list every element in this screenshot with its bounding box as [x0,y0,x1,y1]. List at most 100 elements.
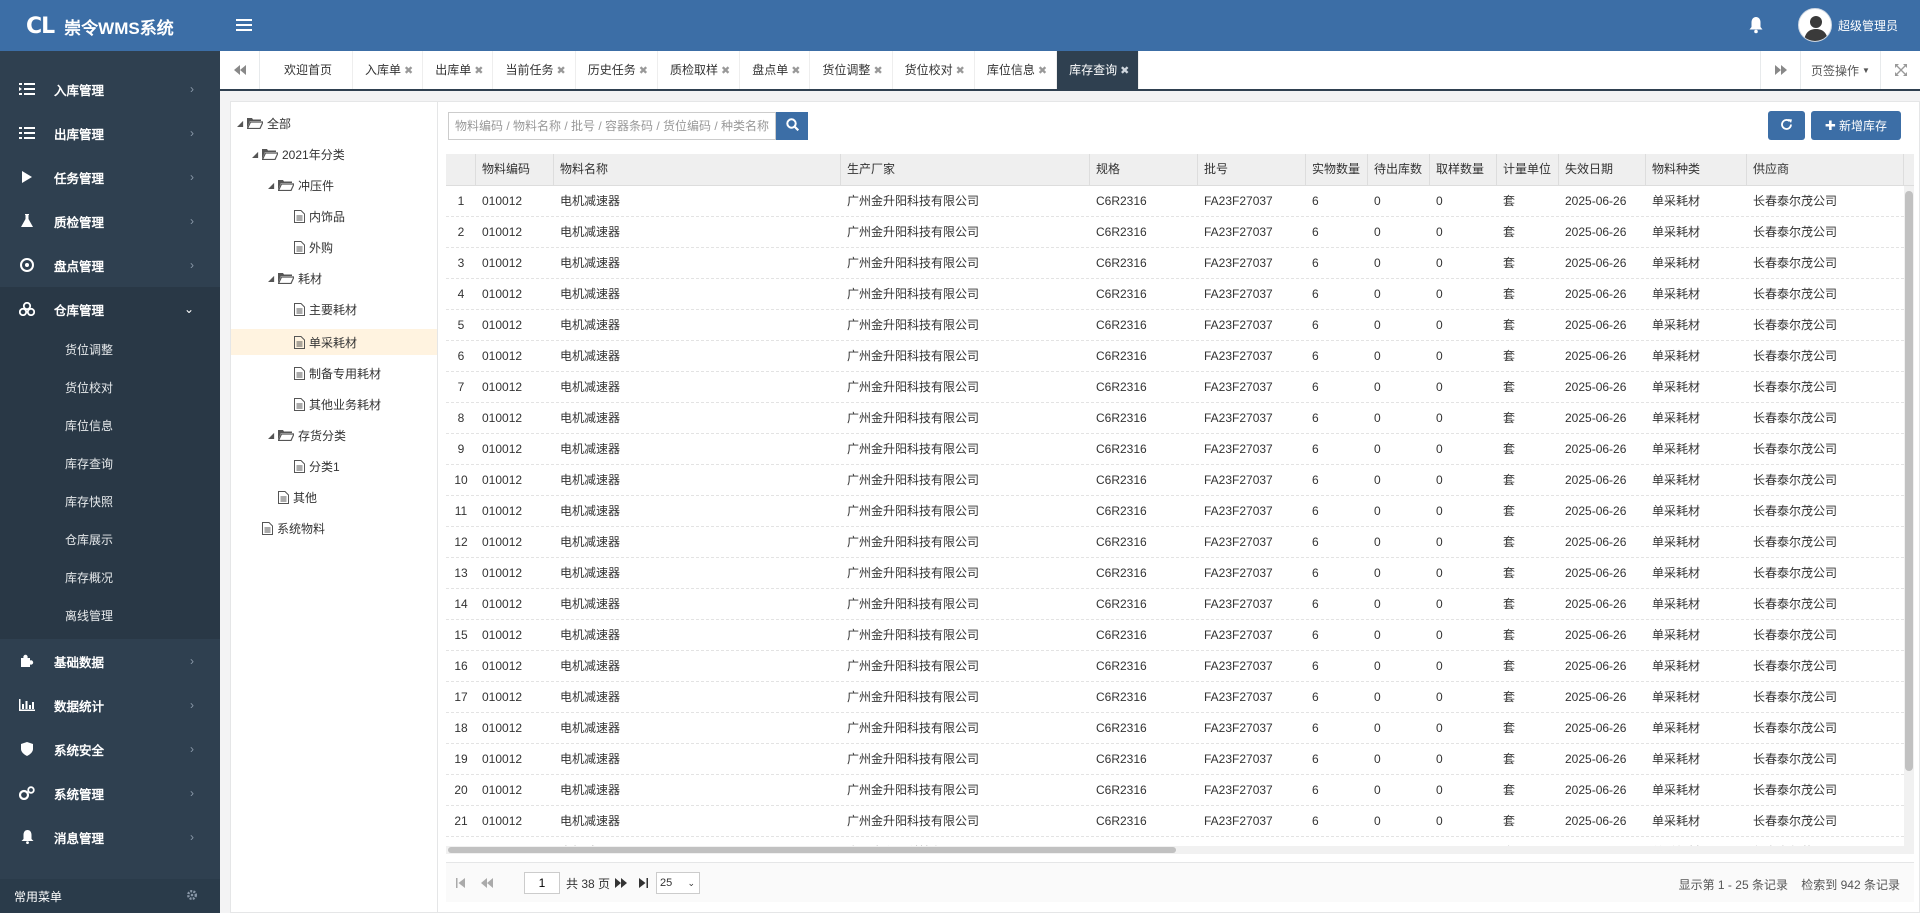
table-row[interactable]: 2 010012 电机减速器 广州金升阳科技有限公司 C6R2316 FA23F27037… [446,217,1904,248]
sidebar-item-security[interactable]: 系统安全 › [0,727,220,771]
column-header[interactable]: 计量单位 [1497,154,1559,186]
sidebar-item-inbound[interactable]: 入库管理 › [0,67,220,111]
fullscreen-icon[interactable] [1880,51,1920,89]
vertical-scrollbar[interactable] [1904,186,1914,854]
common-menu-label[interactable]: 常用菜单 [14,888,62,905]
column-header[interactable]: 物料种类 [1646,154,1747,186]
table-row[interactable]: 13 010012 电机减速器 广州金升阳科技有限公司 C6R2316 FA23F2703… [446,558,1904,589]
tree-node-other[interactable]: 其他 [278,486,317,508]
vertical-scroll-thumb[interactable] [1905,191,1913,771]
search-button[interactable] [776,112,808,140]
table-row[interactable]: 18 010012 电机减速器 广州金升阳科技有限公司 C6R2316 FA23F2703… [446,713,1904,744]
table-row[interactable]: 9 010012 电机减速器 广州金升阳科技有限公司 C6R2316 FA23F27037… [446,434,1904,465]
tab-5[interactable]: 质检取样 ✖ [658,51,741,89]
gear-icon[interactable] [186,889,198,904]
tabs-scroll-right-icon[interactable] [1760,51,1800,89]
column-header[interactable]: 生产厂家 [841,154,1090,186]
table-row[interactable]: 14 010012 电机减速器 广州金升阳科技有限公司 C6R2316 FA23F2703… [446,589,1904,620]
sidebar-item-base-data[interactable]: 基础数据 › [0,639,220,683]
column-header[interactable]: 批号 [1198,154,1306,186]
tree-node-stock-category[interactable]: ◢ 存货分类 [268,424,346,446]
table-row[interactable]: 7 010012 电机减速器 广州金升阳科技有限公司 C6R2316 FA23F27037… [446,372,1904,403]
column-header[interactable]: 物料编码 [476,154,554,186]
table-row[interactable]: 19 010012 电机减速器 广州金升阳科技有限公司 C6R2316 FA23F2703… [446,744,1904,775]
tab-3[interactable]: 当前任务 ✖ [493,51,576,89]
column-header[interactable]: 供应商 [1747,154,1904,186]
tree-node-main-consumables[interactable]: 主要耗材 [294,298,357,320]
submenu-item-location-verify[interactable]: 货位校对 [0,369,220,407]
close-icon[interactable]: ✖ [873,65,882,77]
horizontal-scrollbar[interactable] [446,846,1904,854]
table-row[interactable]: 10 010012 电机减速器 广州金升阳科技有限公司 C6R2316 FA23F2703… [446,465,1904,496]
submenu-item-stock-snapshot[interactable]: 库存快照 [0,483,220,521]
add-stock-button[interactable]: ✚ 新增库存 [1811,111,1901,140]
column-header[interactable]: 失效日期 [1559,154,1646,186]
column-header[interactable]: 规格 [1090,154,1198,186]
submenu-item-stock-query[interactable]: 库存查询 [0,445,220,483]
table-row[interactable]: 21 010012 电机减速器 广州金升阳科技有限公司 C6R2316 FA23F2703… [446,806,1904,837]
page-size-select[interactable]: 25 ⌄ [656,872,700,894]
table-row[interactable]: 3 010012 电机减速器 广州金升阳科技有限公司 C6R2316 FA23F27037… [446,248,1904,279]
submenu-item-warehouse-display[interactable]: 仓库展示 [0,521,220,559]
tab-7[interactable]: 货位调整 ✖ [810,51,893,89]
column-header[interactable] [446,154,476,186]
close-icon[interactable]: ✖ [1038,65,1047,77]
tree-node-single-purchase[interactable]: 单采耗材 [294,331,357,353]
tab-2[interactable]: 出库单 ✖ [423,51,494,89]
menu-toggle-icon[interactable] [236,16,252,34]
submenu-item-location-adjust[interactable]: 货位调整 [0,331,220,369]
column-header[interactable]: 待出库数 [1368,154,1430,186]
table-row[interactable]: 16 010012 电机减速器 广州金升阳科技有限公司 C6R2316 FA23F2703… [446,651,1904,682]
notification-bell-icon[interactable] [1748,16,1768,36]
tree-node-purchased[interactable]: 外购 [294,236,333,258]
user-menu[interactable]: 超级管理员 [1798,8,1898,42]
tab-6[interactable]: 盘点单 ✖ [740,51,811,89]
tree-node-prep-consumables[interactable]: 制备专用耗材 [294,362,381,384]
table-row[interactable]: 20 010012 电机减速器 广州金升阳科技有限公司 C6R2316 FA23F2703… [446,775,1904,806]
close-icon[interactable]: ✖ [791,65,800,77]
submenu-item-stock-overview[interactable]: 库存概况 [0,559,220,597]
table-row[interactable]: 6 010012 电机减速器 广州金升阳科技有限公司 C6R2316 FA23F27037… [446,341,1904,372]
sidebar-item-system[interactable]: 系统管理 › [0,771,220,815]
table-row[interactable]: 12 010012 电机减速器 广州金升阳科技有限公司 C6R2316 FA23F2703… [446,527,1904,558]
last-page-icon[interactable] [634,875,652,891]
table-row[interactable]: 15 010012 电机减速器 广州金升阳科技有限公司 C6R2316 FA23F2703… [446,620,1904,651]
tab-9[interactable]: 库位信息 ✖ [975,51,1058,89]
close-icon[interactable]: ✖ [557,65,566,77]
sidebar-item-tasks[interactable]: 任务管理 › [0,155,220,199]
tree-node-consumables[interactable]: ◢ 耗材 [268,267,322,289]
column-header[interactable]: 实物数量 [1306,154,1368,186]
tabs-scroll-left-icon[interactable] [220,51,260,89]
prev-page-icon[interactable] [478,875,496,891]
close-icon[interactable]: ✖ [639,65,648,77]
tree-node-category1[interactable]: 分类1 [294,455,340,477]
table-row[interactable]: 11 010012 电机减速器 广州金升阳科技有限公司 C6R2316 FA23F2703… [446,496,1904,527]
sidebar-item-warehouse[interactable]: 仓库管理 ⌄ [0,287,220,331]
tab-1[interactable]: 入库单 ✖ [353,51,424,89]
tree-node-all[interactable]: ◢ 全部 [237,112,291,134]
search-input[interactable] [448,112,776,140]
sidebar-item-statistics[interactable]: 数据统计 › [0,683,220,727]
tree-node-2021[interactable]: ◢ 2021年分类 [252,143,345,165]
close-icon[interactable]: ✖ [721,65,730,77]
tab-4[interactable]: 历史任务 ✖ [576,51,658,89]
sidebar-item-inventory-count[interactable]: 盘点管理 › [0,243,220,287]
tree-node-stamping[interactable]: ◢ 冲压件 [268,174,334,196]
sidebar-item-outbound[interactable]: 出库管理 › [0,111,220,155]
tree-node-other-business[interactable]: 其他业务耗材 [294,393,381,415]
page-ops-dropdown[interactable]: 页签操作 ▼ [1800,51,1880,89]
close-icon[interactable]: ✖ [956,65,965,77]
close-icon[interactable]: ✖ [1120,65,1129,77]
tab-10[interactable]: 库存查询 ✖ [1057,51,1140,89]
tab-8[interactable]: 货位校对 ✖ [893,51,975,89]
close-icon[interactable]: ✖ [404,65,413,77]
table-row[interactable]: 17 010012 电机减速器 广州金升阳科技有限公司 C6R2316 FA23F2703… [446,682,1904,713]
tree-node-system-material[interactable]: 系统物料 [262,517,325,539]
sidebar-item-qc[interactable]: 质检管理 › [0,199,220,243]
table-row[interactable]: 5 010012 电机减速器 广州金升阳科技有限公司 C6R2316 FA23F27037… [446,310,1904,341]
table-row[interactable]: 1 010012 电机减速器 广州金升阳科技有限公司 C6R2316 FA23F27037… [446,186,1904,217]
column-header[interactable]: 物料名称 [554,154,841,186]
tree-node-interior[interactable]: 内饰品 [294,205,345,227]
submenu-item-location-info[interactable]: 库位信息 [0,407,220,445]
tab-0[interactable]: 欢迎首页 [260,51,354,89]
